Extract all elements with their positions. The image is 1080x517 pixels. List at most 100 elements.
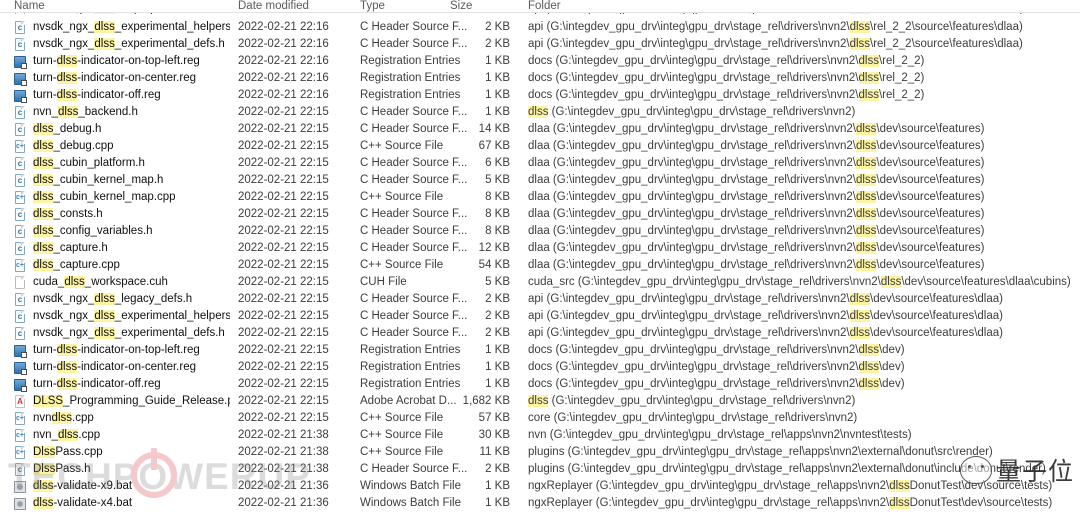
file-name-cell[interactable]: c dlss_capture.h <box>14 240 230 257</box>
file-row[interactable]: c dlss_cubin_kernel_map.h 2022-02-21 22:15… <box>0 172 1080 189</box>
file-row[interactable]: c+ nvndlss.cpp 2022-02-21 22:15 C++ Source … <box>0 410 1080 427</box>
file-name-cell[interactable]: c nvsdk_ngx_dlss_experimental_helpers.h <box>14 19 230 36</box>
file-size-cell: 6 KB <box>485 157 510 169</box>
file-row[interactable]: turn-dlss-indicator-off.reg 2022-02-21 22… <box>0 376 1080 393</box>
file-name-cell[interactable]: turn-dlss-indicator-off.reg <box>14 87 230 104</box>
file-size-cell: 1 KB <box>485 89 510 101</box>
file-folder-cell: dlaa (G:\integdev_gpu_drv\integ\gpu_drv\… <box>528 123 985 135</box>
cpp-source-icon: c+ <box>14 411 27 426</box>
file-row[interactable]: c+ nvn_dlss.cpp 2022-02-21 21:38 C++ Source… <box>0 427 1080 444</box>
file-name-cell[interactable]: c+ dlss_capture.cpp <box>14 257 230 274</box>
file-name-cell[interactable]: A DLSS_Programming_Guide_Release.pdf <box>14 393 230 410</box>
search-match-highlight: dlss <box>64 276 85 288</box>
file-row[interactable]: turn-dlss-indicator-on-top-left.reg 2022-… <box>0 342 1080 359</box>
file-name-cell[interactable]: c nvn_dlss_backend.h <box>14 104 230 121</box>
file-folder-cell: docs (G:\integdev_gpu_drv\integ\gpu_drv\… <box>528 55 925 67</box>
file-name-text: nvsdk_ngx_dlss_experimental_defs.h <box>33 38 225 50</box>
file-row[interactable]: c nvsdk_ngx_dlss_experimental_defs.h 2022-… <box>0 36 1080 53</box>
file-name-text: turn-dlss-indicator-on-center.reg <box>33 72 197 84</box>
file-date-modified-cell: 2022-02-21 22:15 <box>238 123 329 135</box>
file-name-text: nvn_dlss.cpp <box>33 429 101 441</box>
search-match-highlight: dlss <box>33 140 54 152</box>
file-name-cell[interactable]: c+ dlss_debug.cpp <box>14 138 230 155</box>
search-match-highlight: dlss <box>858 89 879 101</box>
file-name-cell[interactable]: c dlss_config_variables.h <box>14 223 230 240</box>
file-row[interactable]: c+ dlss_cubin_kernel_map.cpp 2022-02-21 22… <box>0 189 1080 206</box>
search-match-highlight: dlss <box>855 225 877 237</box>
file-date-modified-cell: 2022-02-21 22:15 <box>238 293 329 305</box>
file-name-cell[interactable]: dlss-validate-x4.bat <box>14 495 230 512</box>
cpp-source-icon: c+ <box>14 428 27 443</box>
file-size-cell: 12 KB <box>478 242 510 254</box>
file-date-modified-cell: 2022-02-21 21:36 <box>238 497 329 509</box>
file-name-text: turn-dlss-indicator-off.reg <box>33 378 161 390</box>
file-row[interactable]: c nvsdk_ngx_dlss_experimental_helpers.h 20… <box>0 19 1080 36</box>
file-row[interactable]: c dlss_debug.h 2022-02-21 22:15 C Header So… <box>0 121 1080 138</box>
batch-file-icon <box>14 497 27 511</box>
file-name-cell[interactable]: c dlss_consts.h <box>14 206 230 223</box>
file-date-modified-cell: 2022-02-21 22:15 <box>238 310 329 322</box>
search-match-highlight: dlss <box>858 361 879 373</box>
file-row[interactable]: c+ dlss_capture.cpp 2022-02-21 22:15 C++ So… <box>0 257 1080 274</box>
file-row[interactable]: c nvsdk_ngx_dlss_experimental_helpers.h 20… <box>0 308 1080 325</box>
file-row[interactable]: c nvsdk_ngx_dlss_legacy_defs.h 2022-02-21 … <box>0 291 1080 308</box>
cpp-source-icon: c+ <box>14 139 27 154</box>
file-name-cell[interactable]: cuda_dlss_workspace.cuh <box>14 274 230 291</box>
file-name-cell[interactable]: c dlss_cubin_kernel_map.h <box>14 172 230 189</box>
file-row[interactable]: c dlss_config_variables.h 2022-02-21 22:15… <box>0 223 1080 240</box>
search-match-highlight: dlss <box>33 480 54 492</box>
file-row[interactable]: c dlss_consts.h 2022-02-21 22:15 C Header S… <box>0 206 1080 223</box>
file-name-text: dlss_config_variables.h <box>33 225 153 237</box>
search-match-highlight: dlss <box>33 208 54 220</box>
file-name-cell[interactable]: c nvsdk_ngx_dlss_experimental_helpers.h <box>14 308 230 325</box>
file-folder-cell: dlaa (G:\integdev_gpu_drv\integ\gpu_drv\… <box>528 208 985 220</box>
file-name-cell[interactable]: turn-dlss-indicator-off.reg <box>14 376 230 393</box>
file-name-cell[interactable]: turn-dlss-indicator-on-top-left.reg <box>14 53 230 70</box>
search-match-highlight: dlss <box>33 497 54 509</box>
file-row[interactable]: turn-dlss-indicator-on-top-left.reg 2022-… <box>0 53 1080 70</box>
file-row[interactable]: c+ dlss_debug.cpp 2022-02-21 22:15 C++ Sour… <box>0 138 1080 155</box>
file-date-modified-cell: 2022-02-21 22:15 <box>238 412 329 424</box>
file-row[interactable]: turn-dlss-indicator-off.reg 2022-02-21 22… <box>0 87 1080 104</box>
file-name-cell[interactable]: c dlss_debug.h <box>14 121 230 138</box>
file-row[interactable]: c dlss_cubin_platform.h 2022-02-21 22:15 C … <box>0 155 1080 172</box>
file-row[interactable]: turn-dlss-indicator-on-center.reg 2022-02… <box>0 70 1080 87</box>
file-name-cell[interactable]: turn-dlss-indicator-on-center.reg <box>14 70 230 87</box>
file-row[interactable]: c+ DlssPass.cpp 2022-02-21 21:38 C++ Source… <box>0 444 1080 461</box>
file-size-cell: 8 KB <box>485 191 510 203</box>
file-name-cell[interactable]: turn-dlss-indicator-on-center.reg <box>14 359 230 376</box>
search-match-highlight: dlss <box>94 38 115 50</box>
registry-icon <box>14 55 27 69</box>
file-size-cell: 2 KB <box>485 38 510 50</box>
file-folder-cell: ngxReplayer (G:\integdev_gpu_drv\integ\g… <box>528 497 1053 509</box>
file-row[interactable]: c nvsdk_ngx_dlss_experimental_defs.h 2022-… <box>0 325 1080 342</box>
file-size-cell: 2 KB <box>485 310 510 322</box>
file-name-cell[interactable]: dlss-validate-x9.bat <box>14 478 230 495</box>
file-folder-cell: api (G:\integdev_gpu_drv\integ\gpu_drv\s… <box>528 293 1003 305</box>
file-name-cell[interactable]: c dlss_cubin_platform.h <box>14 155 230 172</box>
file-name-text: nvsdk_ngx_dlss_legacy_defs.h <box>33 293 193 305</box>
file-row[interactable]: A DLSS_Programming_Guide_Release.pdf 2022-… <box>0 393 1080 410</box>
file-name-cell[interactable]: c nvsdk_ngx_dlss_experimental_defs.h <box>14 325 230 342</box>
file-row[interactable]: c nvn_dlss_backend.h 2022-02-21 22:15 C Hea… <box>0 104 1080 121</box>
file-row[interactable]: c dlss_capture.h 2022-02-21 22:15 C Header … <box>0 240 1080 257</box>
file-name-cell[interactable]: c+ nvn_dlss.cpp <box>14 427 230 444</box>
file-row[interactable]: turn-dlss-indicator-on-center.reg 2022-02… <box>0 359 1080 376</box>
file-name-cell[interactable]: turn-dlss-indicator-on-top-left.reg <box>14 342 230 359</box>
file-name-cell[interactable]: c DlssPass.h <box>14 461 230 478</box>
file-name-cell[interactable]: c nvsdk_ngx_dlss_experimental_defs.h <box>14 36 230 53</box>
file-row[interactable]: cuda_dlss_workspace.cuh 2022-02-21 22:15 C… <box>0 274 1080 291</box>
file-name-cell[interactable]: c+ DlssPass.cpp <box>14 444 230 461</box>
file-name-cell[interactable]: c nvsdk_ngx_dlss_legacy_defs.h <box>14 291 230 308</box>
file-name-text: dlss_debug.h <box>33 123 102 135</box>
file-name-text: nvsdk_ngx_dlss_experimental_defs.h <box>33 327 225 339</box>
file-name-cell[interactable]: c+ nvndlss.cpp <box>14 410 230 427</box>
file-row[interactable]: dlss-validate-x9.bat 2022-02-21 21:36 Wind… <box>0 478 1080 495</box>
file-name-cell[interactable]: c+ dlss_cubin_kernel_map.cpp <box>14 189 230 206</box>
file-row[interactable]: c DlssPass.h 2022-02-21 21:38 C Header Sour… <box>0 461 1080 478</box>
file-folder-cell: docs (G:\integdev_gpu_drv\integ\gpu_drv\… <box>528 378 905 390</box>
file-folder-cell: plugins (G:\integdev_gpu_drv\integ\gpu_d… <box>528 446 993 458</box>
file-size-cell: 2 KB <box>485 21 510 33</box>
file-row[interactable]: dlss-validate-x4.bat 2022-02-21 21:36 Wind… <box>0 495 1080 512</box>
file-folder-cell: api (G:\integdev_gpu_drv\integ\gpu_drv\s… <box>528 38 1023 50</box>
